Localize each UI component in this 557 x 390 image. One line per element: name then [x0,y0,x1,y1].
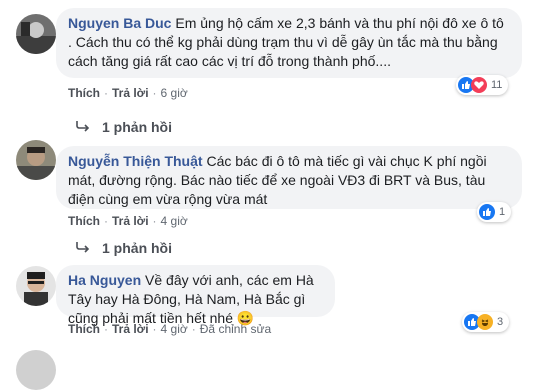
love-icon [471,77,487,93]
comment-author[interactable]: Nguyen Ba Duc [68,15,171,31]
reaction-count: 3 [497,316,504,328]
comment-bubble: Nguyen Ba Duc Em ủng hộ cấm xe 2,3 bánh … [56,8,522,78]
reply-button[interactable]: Trả lời [112,322,149,336]
replies-count-label: 1 phản hồi [102,119,172,135]
view-replies-link[interactable]: 1 phản hồi [76,119,172,135]
reply-arrow-icon [76,240,90,256]
timestamp[interactable]: 6 giờ [161,86,188,100]
like-icon [479,204,495,220]
reply-button[interactable]: Trả lời [112,214,149,228]
reply-arrow-icon [76,119,90,135]
like-button[interactable]: Thích [68,322,100,336]
avatar[interactable] [16,350,56,390]
avatar[interactable] [16,14,56,54]
comment-actions: Thích · Trả lời · 4 giờ · Đã chỉnh sửa [68,322,272,336]
comment-author[interactable]: Ha Nguyen [68,272,141,288]
timestamp[interactable]: 4 giờ [161,322,188,336]
reaction-count: 1 [499,206,506,218]
edited-label[interactable]: Đã chỉnh sửa [200,322,271,336]
avatar[interactable] [16,140,56,180]
like-button[interactable]: Thích [68,86,100,100]
comment-bubble: Nguyễn Thiện Thuật Các bác đi ô tô mà ti… [56,146,522,209]
comment-actions: Thích · Trả lời · 6 giờ [68,86,188,100]
replies-count-label: 1 phản hồi [102,240,172,256]
like-button[interactable]: Thích [68,214,100,228]
haha-icon [477,314,493,330]
comment-actions: Thích · Trả lời · 4 giờ [68,214,188,228]
reaction-count: 11 [491,79,503,91]
reaction-summary[interactable]: 3 [462,312,510,332]
comment-bubble: Ha Nguyen Về đây với anh, các em Hà Tây … [56,265,335,326]
reply-button[interactable]: Trả lời [112,86,149,100]
timestamp[interactable]: 4 giờ [161,214,188,228]
view-replies-link[interactable]: 1 phản hồi [76,240,172,256]
reaction-summary[interactable]: 11 [456,75,509,95]
reaction-summary[interactable]: 1 [477,202,512,222]
comment-author[interactable]: Nguyễn Thiện Thuật [68,153,203,169]
avatar[interactable] [16,266,56,306]
